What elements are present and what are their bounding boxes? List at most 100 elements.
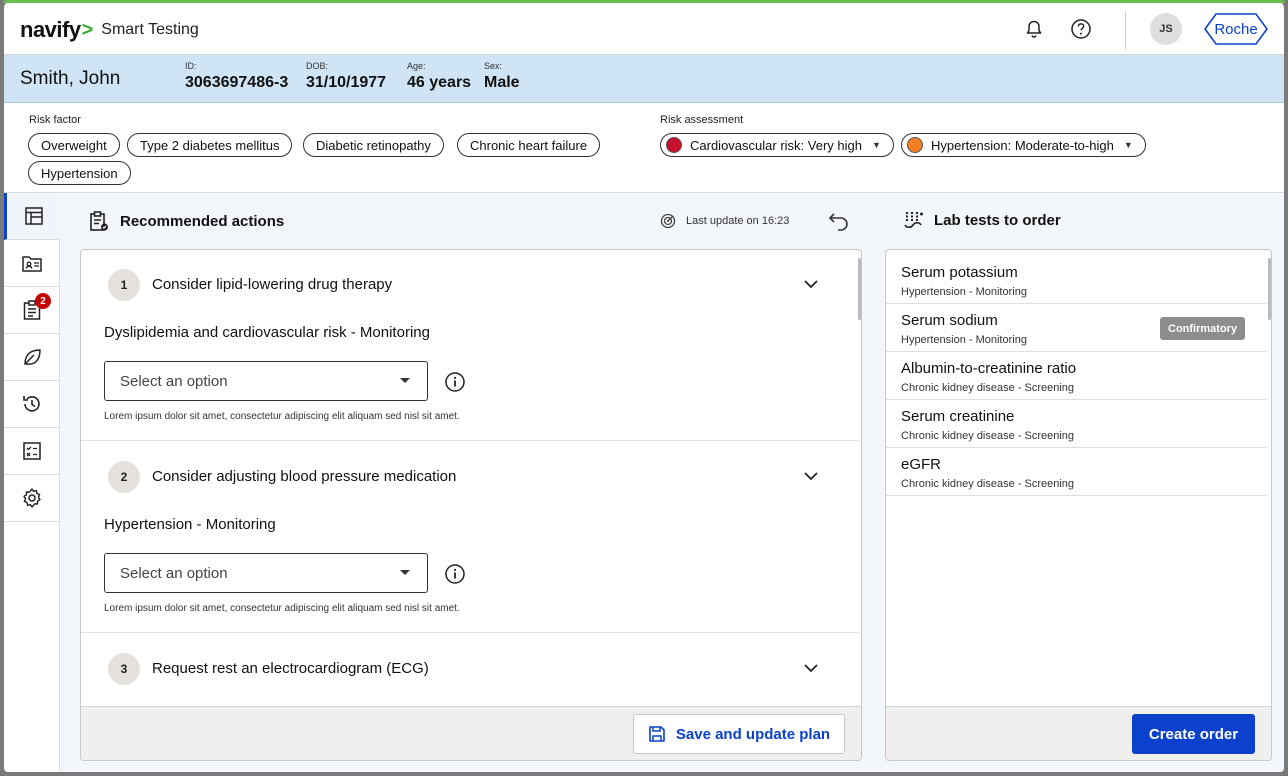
checklist-icon xyxy=(23,442,41,460)
action-title: Consider adjusting blood pressure medica… xyxy=(152,468,457,485)
lab-test-row[interactable]: Albumin-to-creatinine ratio Chronic kidn… xyxy=(886,352,1267,400)
lab-test-row[interactable]: Serum creatinine Chronic kidney disease … xyxy=(886,400,1267,448)
hypertension-risk-label: Hypertension: Moderate-to-high xyxy=(931,137,1114,153)
action-select[interactable]: Select an option xyxy=(104,361,428,401)
clipboard-check-icon xyxy=(90,211,108,231)
action-title: Consider lipid-lowering drug therapy xyxy=(152,276,393,293)
lab-test-context: Hypertension - Monitoring xyxy=(901,334,1027,346)
patient-id-label: ID: xyxy=(185,61,197,71)
risk-area: Risk factor Overweight Type 2 diabetes m… xyxy=(4,103,1284,193)
recommended-actions-title: Recommended actions xyxy=(120,212,285,230)
dropdown-arrow-icon xyxy=(400,570,410,575)
patient-id-value: 3063697486-3 xyxy=(185,74,289,91)
cardiovascular-risk-dropdown[interactable]: Cardiovascular risk: Very high ▼ xyxy=(660,133,894,157)
info-icon[interactable] xyxy=(444,563,466,590)
undo-icon[interactable] xyxy=(828,211,850,236)
action-item: 2 Consider adjusting blood pressure medi… xyxy=(81,441,859,633)
cardiovascular-risk-label: Cardiovascular risk: Very high xyxy=(690,137,862,153)
lab-test-context: Hypertension - Monitoring xyxy=(901,286,1027,298)
rail-history[interactable] xyxy=(4,381,60,428)
lab-test-row[interactable]: Serum potassium Hypertension - Monitorin… xyxy=(886,256,1267,304)
patient-sex-label: Sex: xyxy=(484,61,503,71)
lab-test-name: Serum creatinine xyxy=(901,408,1015,425)
lab-tests-heading: Lab tests to order xyxy=(902,210,1061,230)
patient-sex-field: Sex: Male xyxy=(484,61,520,92)
rail-lifestyle[interactable] xyxy=(4,334,60,381)
patient-id-field: ID: 3063697486-3 xyxy=(185,61,288,92)
rail-patient-record[interactable] xyxy=(4,240,60,287)
lab-test-row[interactable]: eGFR Chronic kidney disease - Screening xyxy=(886,448,1267,496)
very-high-risk-dot xyxy=(666,137,682,153)
risk-factor-chip[interactable]: Hypertension xyxy=(28,161,131,185)
action-item: 1 Consider lipid-lowering drug therapy D… xyxy=(81,250,859,441)
dashboard-icon xyxy=(24,207,43,225)
hypertension-risk-dropdown[interactable]: Hypertension: Moderate-to-high ▼ xyxy=(901,133,1146,157)
patient-age-value: 46 years xyxy=(407,74,472,91)
chevron-down-icon[interactable] xyxy=(803,277,819,295)
action-subtitle: Hypertension - Monitoring xyxy=(104,516,276,533)
app-window: navify > Smart Testing JS Roche Smith, J… xyxy=(0,0,1288,776)
actions-footer: Save and update plan xyxy=(81,706,861,760)
chevron-down-icon[interactable] xyxy=(803,469,819,487)
action-number: 1 xyxy=(108,269,140,301)
last-update-text: Last update on 16:23 xyxy=(686,215,790,227)
rail-settings[interactable] xyxy=(4,475,60,522)
logo-chevron-icon: > xyxy=(81,18,94,41)
gear-icon xyxy=(23,488,41,508)
bell-icon[interactable] xyxy=(1022,17,1046,41)
save-and-update-plan-button[interactable]: Save and update plan xyxy=(633,714,845,754)
history-icon xyxy=(23,396,40,412)
action-number: 2 xyxy=(108,461,140,493)
save-button-label: Save and update plan xyxy=(675,725,831,743)
risk-factor-chip[interactable]: Overweight xyxy=(28,133,120,157)
risk-factor-chip[interactable]: Chronic heart failure xyxy=(457,133,601,157)
action-select[interactable]: Select an option xyxy=(104,553,428,593)
notification-badge: 2 xyxy=(35,293,51,309)
info-icon[interactable] xyxy=(444,371,466,398)
navify-logo: navify > Smart Testing xyxy=(20,17,199,43)
recommended-actions-heading: Recommended actions xyxy=(88,210,284,232)
caret-down-icon: ▼ xyxy=(871,140,881,150)
dropdown-arrow-icon xyxy=(400,378,410,383)
action-subtitle: Dyslipidemia and cardiovascular risk - M… xyxy=(104,324,430,341)
action-title: Request rest an electrocardiogram (ECG) xyxy=(152,660,429,677)
user-avatar[interactable]: JS xyxy=(1150,13,1182,45)
chevron-down-icon[interactable] xyxy=(803,661,819,679)
recommended-actions-panel: 1 Consider lipid-lowering drug therapy D… xyxy=(80,249,862,761)
help-icon[interactable] xyxy=(1069,17,1093,41)
create-order-button[interactable]: Create order xyxy=(1132,714,1255,754)
risk-factor-label: Risk factor xyxy=(29,114,81,126)
header-divider xyxy=(1125,11,1126,49)
lab-scrollbar[interactable] xyxy=(1268,258,1271,320)
risk-factor-chip[interactable]: Type 2 diabetes mellitus xyxy=(127,133,293,157)
lab-test-context: Chronic kidney disease - Screening xyxy=(901,430,1075,442)
patient-dob-field: DOB: 31/10/1977 xyxy=(306,61,386,92)
main-content: Recommended actions Last update on 16:23… xyxy=(60,193,1284,772)
action-help-text: Lorem ipsum dolor sit amet, consectetur … xyxy=(104,603,460,614)
select-placeholder: Select an option xyxy=(120,564,228,582)
logo-text: navify xyxy=(20,17,81,42)
action-help-text: Lorem ipsum dolor sit amet, consectetur … xyxy=(104,411,460,422)
top-bar: navify > Smart Testing JS Roche xyxy=(4,3,1284,55)
rail-checklist[interactable] xyxy=(4,428,60,475)
rail-dashboard[interactable] xyxy=(4,193,60,240)
action-number: 3 xyxy=(108,653,140,685)
risk-factor-chip[interactable]: Diabetic retinopathy xyxy=(303,133,444,157)
left-rail: 2 xyxy=(4,193,60,772)
caret-down-icon: ▼ xyxy=(1123,140,1133,150)
patient-age-label: Age: xyxy=(407,61,426,71)
lab-tubes-icon xyxy=(904,212,923,229)
leaf-icon xyxy=(24,349,41,365)
rail-actions[interactable]: 2 xyxy=(4,287,60,334)
lab-test-name: Serum sodium xyxy=(901,312,998,329)
app-name: Smart Testing xyxy=(101,21,199,38)
lab-test-row[interactable]: Serum sodium Hypertension - Monitoring C… xyxy=(886,304,1267,352)
save-icon xyxy=(649,726,665,742)
roche-logo-text: Roche xyxy=(1214,21,1257,38)
lab-test-name: Albumin-to-creatinine ratio xyxy=(901,360,1077,377)
lab-test-context: Chronic kidney disease - Screening xyxy=(901,478,1075,490)
confirmatory-badge: Confirmatory xyxy=(1160,317,1246,340)
lab-test-name: Serum potassium xyxy=(901,264,1018,281)
patient-sex-value: Male xyxy=(484,74,520,91)
last-update: Last update on 16:23 xyxy=(660,213,789,229)
